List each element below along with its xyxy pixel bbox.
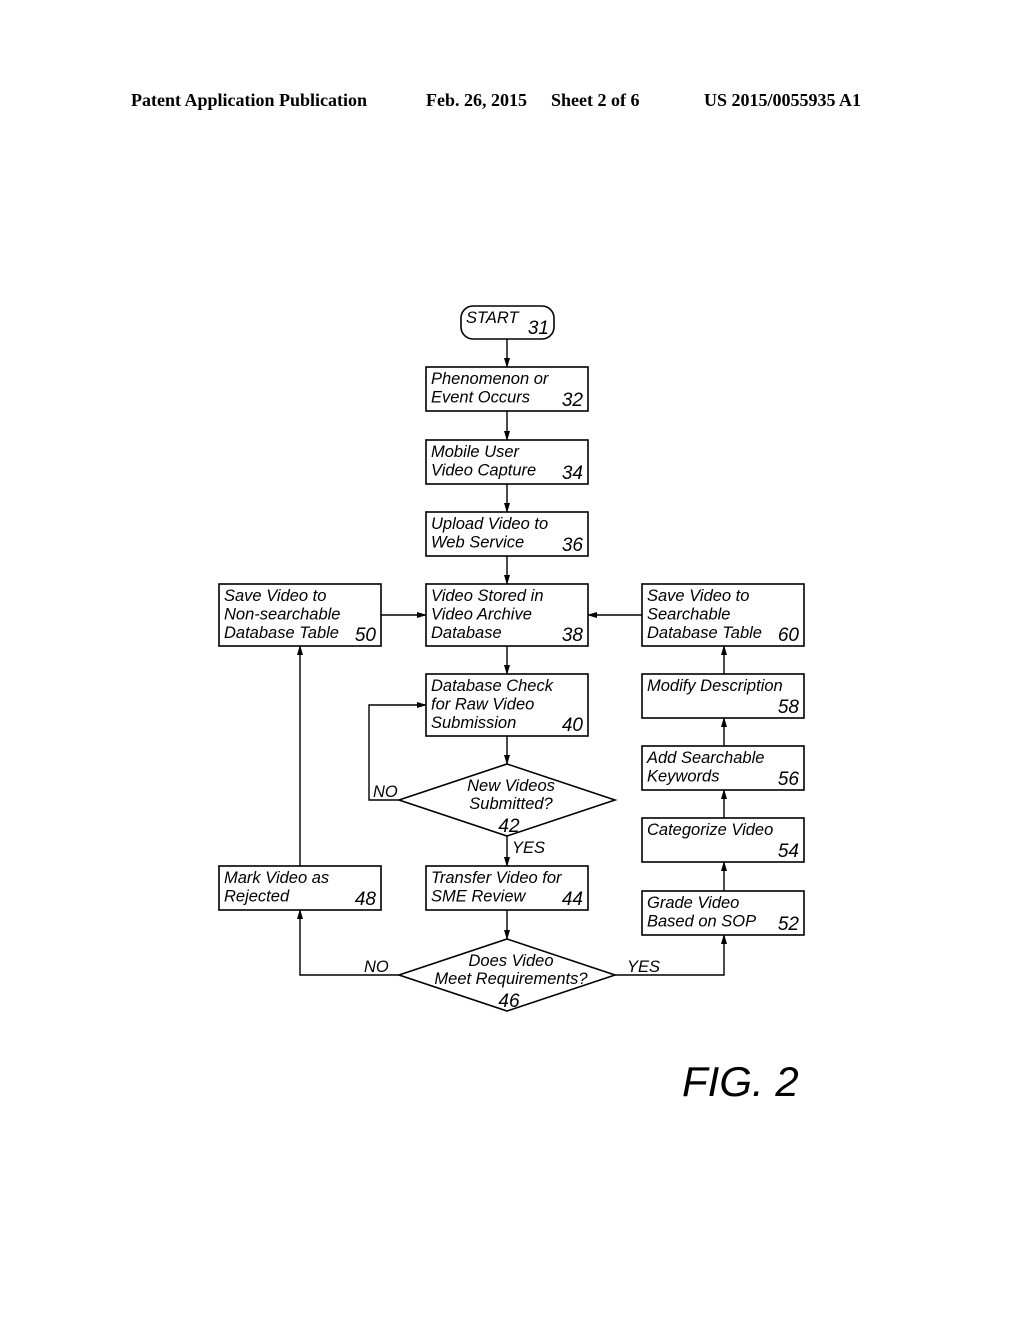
reference-number: 36 <box>562 535 584 556</box>
node-label: Database Check <box>431 677 554 695</box>
reference-number: 40 <box>562 715 584 736</box>
reference-number: 48 <box>355 889 377 910</box>
node-label: Submitted? <box>469 795 553 813</box>
reference-number: 50 <box>355 625 377 646</box>
node-n56: Add SearchableKeywords 56 <box>641 745 805 791</box>
node-label: START <box>466 309 520 327</box>
node-n50: Save Video toNon-searchableDatabase Tabl… <box>218 583 382 647</box>
edge-label-n46-yes: YES <box>627 958 660 976</box>
node-label: Upload Video to <box>431 515 548 533</box>
node-n34: Mobile UserVideo Capture 34 <box>425 439 589 485</box>
node-label: Video Archive <box>431 606 532 624</box>
node-label: for Raw Video <box>431 696 534 714</box>
node-label: Does Video <box>468 952 553 970</box>
reference-number: 52 <box>778 914 800 935</box>
node-n60: Save Video toSearchableDatabase Table 60 <box>641 583 805 647</box>
node-n46: Does VideoMeet Requirements? 46 <box>396 938 618 1012</box>
node-label: Categorize Video <box>647 821 773 839</box>
node-label: Phenomenon or <box>431 370 550 388</box>
node-label: Non-searchable <box>224 606 340 624</box>
reference-number: 34 <box>562 463 583 484</box>
reference-number: 44 <box>562 889 583 910</box>
node-n32: Phenomenon orEvent Occurs 32 <box>425 366 589 412</box>
node-label: Grade Video <box>647 894 739 912</box>
node-label: Database Table <box>224 624 339 642</box>
reference-number: 32 <box>562 390 584 411</box>
reference-number: 31 <box>528 318 549 339</box>
node-n52: Grade VideoBased on SOP 52 <box>641 890 805 936</box>
reference-number: 56 <box>778 769 800 790</box>
edge-label-n42-no: NO <box>373 783 398 801</box>
node-n48: Mark Video asRejected 48 <box>218 865 382 911</box>
node-n42: New VideosSubmitted? 42 <box>396 763 618 837</box>
node-label: Meet Requirements? <box>434 970 588 988</box>
reference-number: 42 <box>498 816 520 837</box>
node-label: Searchable <box>647 606 730 624</box>
node-label: Add Searchable <box>646 749 764 767</box>
reference-number: 54 <box>778 841 799 862</box>
node-label: Based on SOP <box>647 913 756 931</box>
edge-label-n42-yes: YES <box>512 839 545 857</box>
node-label: SME Review <box>431 888 527 906</box>
node-label: Keywords <box>647 768 719 786</box>
node-label: Mark Video as <box>224 869 329 887</box>
node-n40: Database Checkfor Raw VideoSubmission 40 <box>425 673 589 737</box>
node-label: Video Capture <box>431 462 536 480</box>
node-label: Submission <box>431 714 516 732</box>
node-n36: Upload Video toWeb Service 36 <box>425 511 589 557</box>
node-label: New Videos <box>467 777 555 795</box>
node-label: Video Stored in <box>431 587 544 605</box>
node-label: Database Table <box>647 624 762 642</box>
node-n58: Modify Description 58 <box>641 673 805 719</box>
reference-number: 60 <box>778 625 800 646</box>
reference-number: 46 <box>498 991 520 1012</box>
node-label: Transfer Video for <box>431 869 563 887</box>
node-label: Modify Description <box>647 677 783 695</box>
node-label: Event Occurs <box>431 389 530 407</box>
node-start: START 31 <box>460 305 555 340</box>
reference-number: 58 <box>778 697 800 718</box>
node-label: Database <box>431 624 502 642</box>
node-label: Web Service <box>431 534 524 552</box>
node-label: Mobile User <box>431 443 521 461</box>
reference-number: 38 <box>562 625 584 646</box>
node-n38: Video Stored inVideo ArchiveDatabase 38 <box>425 583 589 647</box>
flowchart: START 31 Phenomenon orEvent Occurs 32 Mobile… <box>218 305 805 1105</box>
node-label: Rejected <box>224 888 290 906</box>
edge-label-n46-no: NO <box>364 958 389 976</box>
node-label: Save Video to <box>224 587 326 605</box>
figure-label: FIG. 2 <box>682 1058 799 1105</box>
node-label: Save Video to <box>647 587 749 605</box>
node-n44: Transfer Video forSME Review 44 <box>425 865 589 911</box>
node-n54: Categorize Video 54 <box>641 817 805 863</box>
